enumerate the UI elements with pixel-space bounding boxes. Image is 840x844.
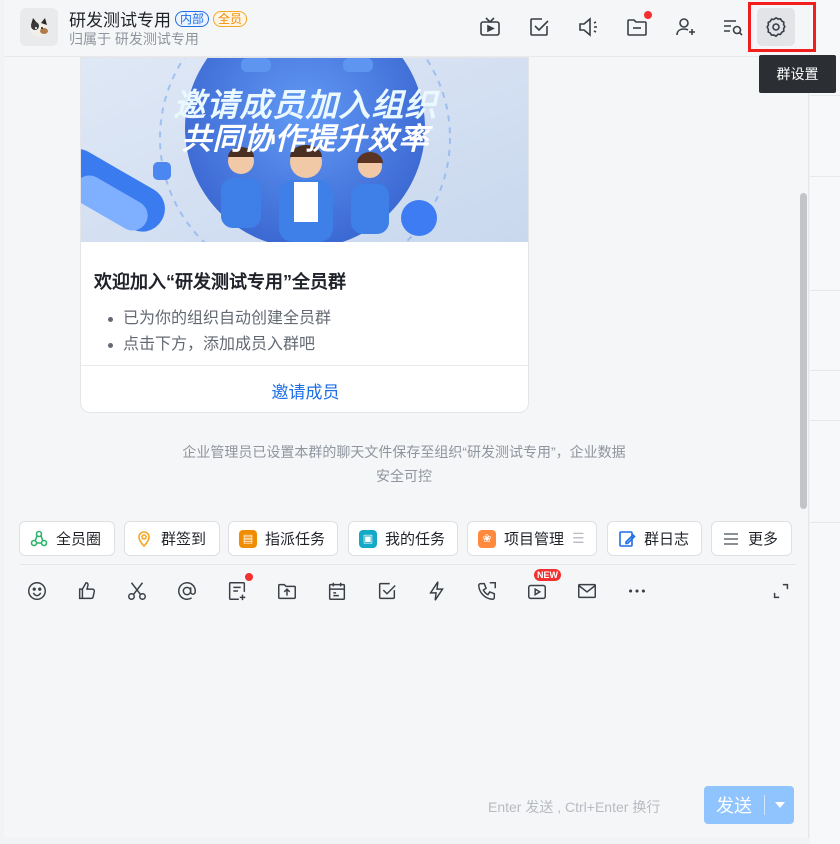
quick-app-my-tasks[interactable]: ▣ 我的任务 bbox=[348, 521, 458, 556]
hamburger-icon bbox=[724, 532, 738, 545]
quick-app-label: 群签到 bbox=[161, 531, 207, 548]
like-button[interactable] bbox=[74, 578, 100, 604]
quick-app-label: 项目管理 bbox=[504, 531, 565, 548]
quick-app-label: 我的任务 bbox=[385, 531, 446, 548]
screenshot-button[interactable] bbox=[124, 578, 150, 604]
edit-log-icon bbox=[619, 530, 636, 547]
add-member-button[interactable] bbox=[673, 14, 699, 40]
thumbs-up-icon bbox=[78, 582, 96, 600]
circle-group-icon bbox=[30, 530, 48, 546]
upload-folder-button[interactable] bbox=[274, 578, 300, 604]
file-add-icon bbox=[228, 582, 246, 601]
assign-task-icon: ▤ bbox=[239, 529, 257, 548]
quick-app-more[interactable]: 更多 bbox=[711, 521, 792, 556]
scissors-icon bbox=[128, 582, 146, 600]
my-tasks-icon: ▣ bbox=[359, 529, 377, 548]
chat-header: 研发测试专用 内部 全员 归属于 研发测试专用 bbox=[4, 0, 809, 57]
card-bullets: 已为你的组织自动创建全员群 点击下方，添加成员入群吧 bbox=[105, 306, 331, 358]
schedule-button[interactable] bbox=[324, 578, 350, 604]
checkbox-icon bbox=[530, 18, 549, 36]
tag-all-members: 全员 bbox=[213, 10, 248, 27]
todo-button[interactable] bbox=[526, 14, 552, 40]
quick-app-all-circle[interactable]: 全员圈 bbox=[19, 521, 115, 556]
quick-app-label: 更多 bbox=[748, 531, 779, 548]
quick-app-checkin[interactable]: 群签到 bbox=[124, 521, 220, 556]
list-item: 点击下方，添加成员入群吧 bbox=[105, 332, 331, 358]
lightning-icon bbox=[429, 581, 444, 601]
send-options-button[interactable] bbox=[765, 802, 794, 808]
file-add-button[interactable] bbox=[224, 573, 253, 604]
settings-tooltip: 群设置 bbox=[759, 55, 836, 93]
phone-icon bbox=[478, 582, 496, 600]
task-button[interactable] bbox=[374, 578, 400, 604]
location-pin-icon bbox=[138, 530, 150, 547]
new-badge: NEW bbox=[534, 569, 561, 581]
quick-app-project-management[interactable]: ❀ 项目管理 ☰ bbox=[467, 521, 597, 556]
group-subtitle: 归属于 研发测试专用 bbox=[69, 31, 199, 47]
quick-app-label: 全员圈 bbox=[56, 531, 102, 548]
group-files-button[interactable] bbox=[624, 11, 652, 40]
mail-button[interactable] bbox=[574, 578, 600, 604]
notice-line-2: 安全可控 bbox=[376, 468, 432, 484]
add-member-icon bbox=[676, 18, 695, 36]
check-icon bbox=[378, 582, 396, 600]
banner-headline-2: 共同协作提升效率 bbox=[181, 122, 430, 157]
composer-divider bbox=[20, 564, 796, 565]
cat-avatar-icon bbox=[30, 18, 48, 37]
notice-line-1: 企业管理员已设置本群的聊天文件保存至组织“研发测试专用”，企业数据 bbox=[182, 444, 626, 460]
caret-down-icon bbox=[774, 802, 785, 808]
unread-dot bbox=[245, 573, 253, 581]
emoji-icon bbox=[28, 582, 46, 600]
expand-composer-button[interactable] bbox=[768, 578, 794, 604]
menu-lines-icon: ☰ bbox=[572, 530, 585, 546]
invite-card: 邀请成员加入组织 共同协作提升效率 欢迎加入“研发测试专用”全员群 已为你的组织… bbox=[80, 57, 529, 413]
quick-app-group-log[interactable]: 群日志 bbox=[607, 521, 702, 556]
tv-icon bbox=[480, 17, 500, 36]
mail-icon bbox=[578, 583, 596, 599]
live-tv-button[interactable] bbox=[477, 14, 503, 40]
card-divider bbox=[81, 365, 528, 366]
invite-members-link[interactable]: 邀请成员 bbox=[81, 378, 528, 403]
video-icon bbox=[528, 584, 546, 600]
highlight-annotation bbox=[748, 2, 816, 52]
search-history-icon bbox=[724, 20, 743, 36]
call-button[interactable] bbox=[474, 578, 500, 604]
list-item: 已为你的组织自动创建全员群 bbox=[105, 306, 331, 332]
mention-button[interactable] bbox=[174, 578, 200, 604]
quick-app-assign-task[interactable]: ▤ 指派任务 bbox=[228, 521, 338, 556]
quick-action-button[interactable] bbox=[424, 578, 450, 604]
tag-internal: 内部 bbox=[175, 10, 210, 27]
background-window bbox=[810, 0, 840, 844]
group-avatar[interactable] bbox=[20, 8, 58, 46]
video-meeting-button[interactable] bbox=[524, 578, 550, 604]
card-title: 欢迎加入“研发测试专用”全员群 bbox=[94, 272, 346, 292]
chat-scrollbar[interactable] bbox=[800, 193, 807, 509]
more-tools-button[interactable] bbox=[624, 578, 650, 604]
chat-panel: 研发测试专用 内部 全员 归属于 研发测试专用 邀请成员加入组织 共同协作提升效… bbox=[4, 0, 809, 838]
project-icon: ❀ bbox=[478, 529, 496, 548]
upload-folder-icon bbox=[278, 583, 296, 600]
send-label: 发送 bbox=[716, 796, 752, 816]
expand-icon bbox=[773, 583, 789, 599]
system-notice: 企业管理员已设置本群的聊天文件保存至组织“研发测试专用”，企业数据 安全可控 bbox=[144, 440, 664, 488]
quick-app-label: 指派任务 bbox=[265, 531, 326, 548]
at-icon bbox=[178, 582, 196, 600]
announcement-button[interactable] bbox=[575, 14, 601, 40]
unread-dot bbox=[644, 11, 652, 19]
group-title: 研发测试专用 bbox=[69, 11, 171, 30]
announcement-icon bbox=[579, 17, 597, 37]
emoji-button[interactable] bbox=[24, 578, 50, 604]
send-button[interactable]: 发送 bbox=[704, 786, 794, 824]
quick-app-label: 群日志 bbox=[644, 531, 690, 548]
calendar-icon bbox=[328, 582, 346, 600]
more-icon bbox=[629, 589, 645, 593]
send-hint: Enter 发送 , Ctrl+Enter 换行 bbox=[488, 799, 661, 815]
search-history-button[interactable] bbox=[720, 14, 746, 40]
